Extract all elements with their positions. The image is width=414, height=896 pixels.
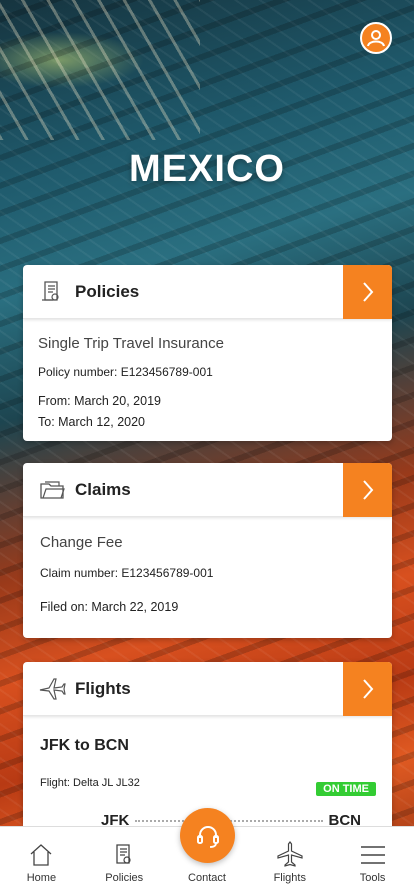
- contact-button[interactable]: [180, 808, 235, 863]
- airplane-icon: [37, 674, 67, 704]
- flight-route: JFK to BCN: [40, 737, 129, 754]
- policy-from-date: From: March 20, 2019: [38, 394, 161, 408]
- policies-open-button[interactable]: [343, 265, 392, 319]
- flight-status-badge: ON TIME: [316, 782, 376, 796]
- nav-contact-label: Contact: [188, 872, 226, 884]
- policies-card-title: Policies: [75, 281, 140, 301]
- flights-card-header[interactable]: Flights: [23, 662, 392, 716]
- policies-card: Policies Single Trip Travel Insurance Po…: [23, 265, 392, 441]
- claim-filed-date: Filed on: March 22, 2019: [40, 600, 179, 614]
- user-icon: [367, 30, 385, 47]
- claims-open-button[interactable]: [343, 463, 392, 517]
- headset-icon: [196, 825, 219, 848]
- flights-open-button[interactable]: [343, 662, 392, 716]
- policy-to-date: To: March 12, 2020: [38, 415, 146, 429]
- nav-policies[interactable]: Policies: [83, 827, 166, 896]
- nav-home-label: Home: [26, 872, 57, 884]
- policy-document-icon: [37, 277, 67, 307]
- airplane-icon: [277, 841, 303, 867]
- policies-card-header[interactable]: Policies: [23, 265, 392, 319]
- nav-home[interactable]: Home: [0, 827, 83, 896]
- nav-tools[interactable]: Tools: [331, 827, 414, 896]
- destination-title: MEXICO: [129, 148, 285, 190]
- chevron-right-icon: [362, 679, 373, 699]
- claim-number: Claim number: E123456789-001: [40, 566, 214, 580]
- policy-name: Single Trip Travel Insurance: [38, 335, 224, 352]
- nav-policies-label: Policies: [105, 872, 144, 884]
- policy-number: Policy number: E123456789-001: [38, 365, 213, 379]
- folder-icon: [37, 475, 67, 505]
- nav-flights[interactable]: Flights: [248, 827, 331, 896]
- flights-card-title: Flights: [75, 678, 131, 698]
- chevron-right-icon: [362, 480, 373, 500]
- menu-icon: [360, 846, 385, 864]
- claim-name: Change Fee: [40, 534, 123, 551]
- chevron-right-icon: [362, 282, 373, 302]
- claims-card-header[interactable]: Claims: [23, 463, 392, 517]
- nav-tools-label: Tools: [359, 872, 386, 884]
- claims-card: Claims Change Fee Claim number: E1234567…: [23, 463, 392, 638]
- nav-flights-label: Flights: [273, 872, 306, 884]
- policy-document-icon: [116, 844, 131, 864]
- home-icon: [30, 844, 52, 866]
- profile-button[interactable]: [360, 22, 392, 54]
- claims-card-title: Claims: [75, 479, 131, 499]
